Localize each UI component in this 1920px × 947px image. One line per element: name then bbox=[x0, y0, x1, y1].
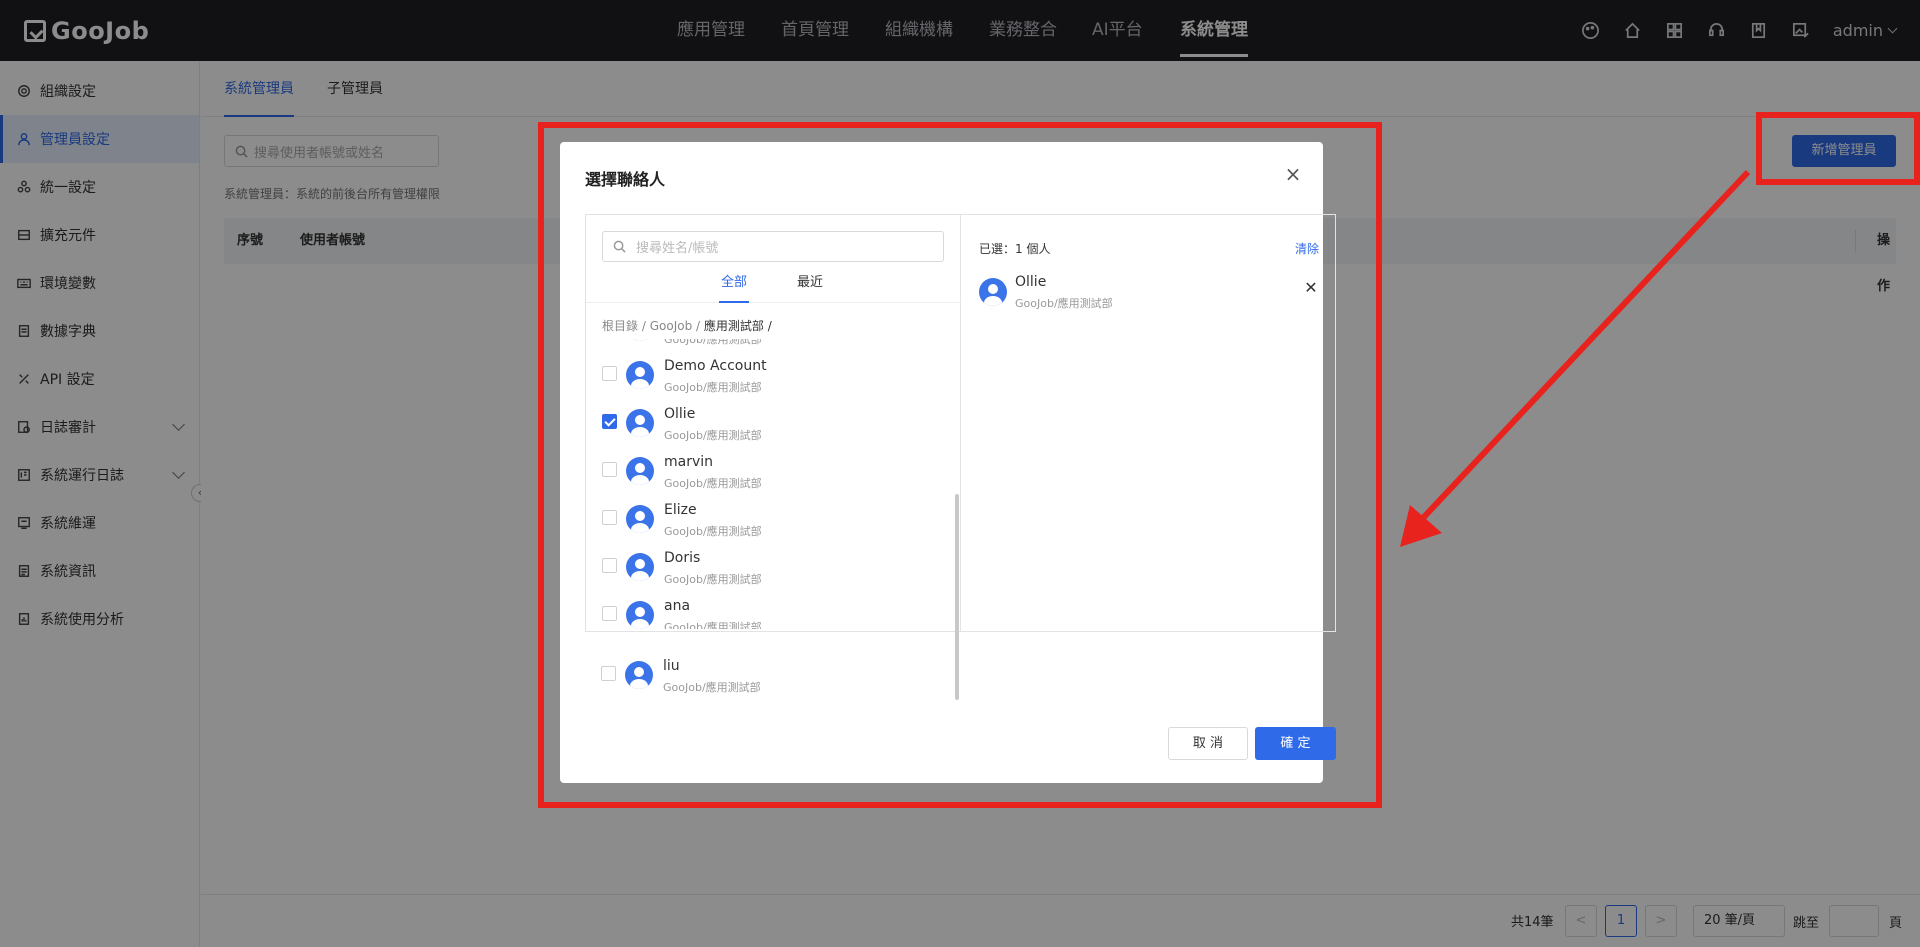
highlight-box-dialog bbox=[538, 122, 1382, 808]
highlight-box-add-button bbox=[1756, 112, 1920, 185]
